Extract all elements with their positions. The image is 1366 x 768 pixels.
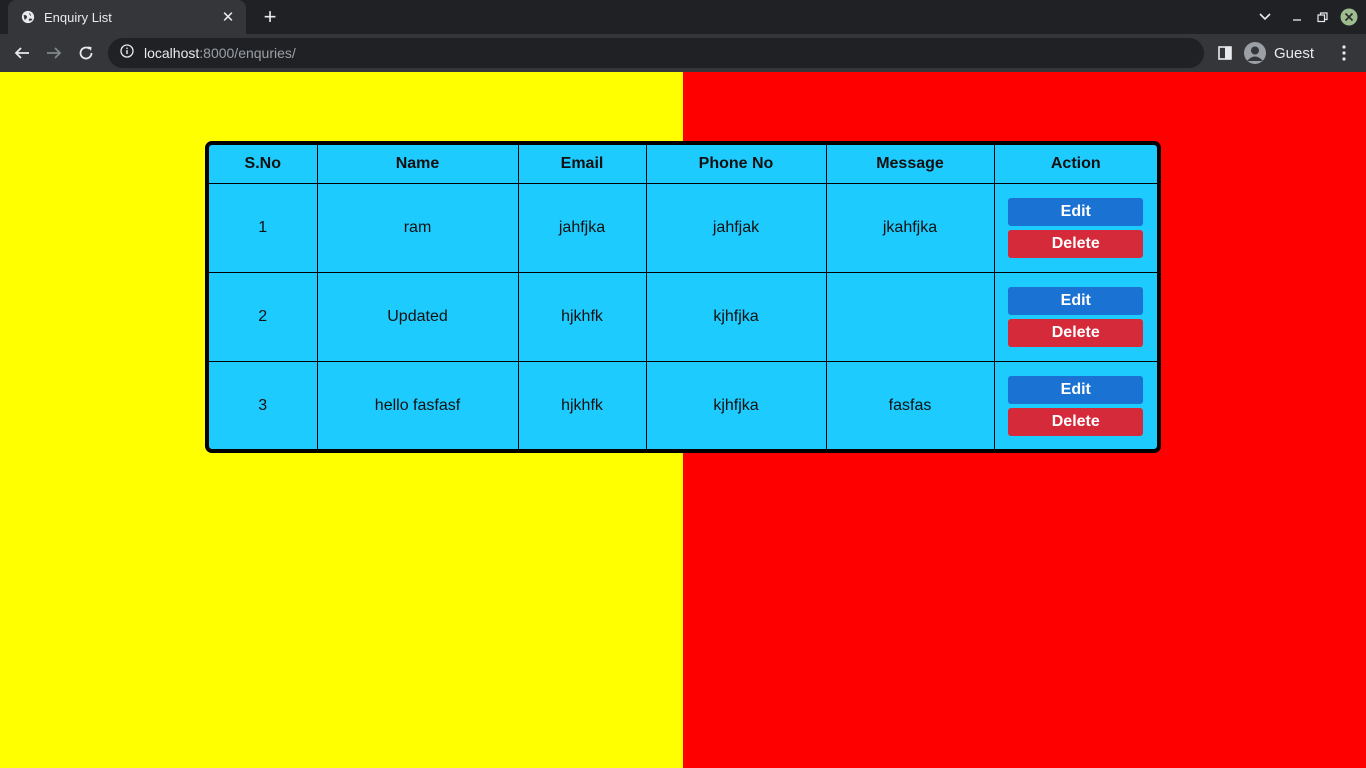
header-sno: S.No xyxy=(209,145,318,184)
header-message: Message xyxy=(825,145,995,184)
cell-name: Updated xyxy=(316,271,519,362)
header-email: Email xyxy=(517,145,647,184)
cell-action: Edit Delete xyxy=(993,360,1157,449)
cell-phone: kjhfjka xyxy=(645,360,827,449)
table-row: 3 hello fasfasf hjkhfk kjhfjka fasfas Ed… xyxy=(209,360,1157,449)
avatar-icon xyxy=(1244,42,1266,64)
tab-search-icon[interactable] xyxy=(1254,0,1276,34)
edit-button[interactable]: Edit xyxy=(1008,375,1144,404)
page-viewport: S.No Name Email Phone No Message Action … xyxy=(0,72,1366,768)
cell-name: ram xyxy=(316,182,519,273)
table-row: 2 Updated hjkhfk kjhfjka Edit Delete xyxy=(209,271,1157,362)
cell-email: hjkhfk xyxy=(517,360,647,449)
forward-arrow-icon[interactable] xyxy=(40,40,68,66)
profile-label: Guest xyxy=(1274,44,1315,62)
address-bar[interactable]: localhost:8000/enquries/ xyxy=(108,38,1204,68)
header-name: Name xyxy=(316,145,519,184)
reload-icon[interactable] xyxy=(72,40,100,66)
edit-button[interactable]: Edit xyxy=(1008,197,1144,226)
cell-message: fasfas xyxy=(825,360,995,449)
delete-button[interactable]: Delete xyxy=(1008,229,1144,258)
profile-button[interactable]: Guest xyxy=(1240,39,1325,67)
cell-action: Edit Delete xyxy=(993,182,1157,273)
minimize-icon[interactable] xyxy=(1288,0,1306,34)
restore-icon[interactable] xyxy=(1313,0,1331,34)
tab-title: Enquiry List xyxy=(44,9,112,25)
cell-message xyxy=(825,271,995,362)
cell-sno: 3 xyxy=(209,360,318,449)
kebab-menu-icon[interactable] xyxy=(1334,41,1354,65)
cell-sno: 2 xyxy=(209,271,318,362)
table-row: 1 ram jahfjka jahfjak jkahfjka Edit Dele… xyxy=(209,182,1157,273)
cell-phone: kjhfjka xyxy=(645,271,827,362)
tab-strip: Enquiry List ✕ + xyxy=(0,0,1366,34)
table-header-row: S.No Name Email Phone No Message Action xyxy=(209,145,1157,184)
cell-name: hello fasfasf xyxy=(316,360,519,449)
edit-button[interactable]: Edit xyxy=(1008,286,1144,315)
globe-icon xyxy=(20,9,36,25)
cell-sno: 1 xyxy=(209,182,318,273)
delete-button[interactable]: Delete xyxy=(1008,407,1144,436)
back-arrow-icon[interactable] xyxy=(8,40,36,66)
cell-email: hjkhfk xyxy=(517,271,647,362)
site-info-icon[interactable] xyxy=(120,43,134,63)
cell-action: Edit Delete xyxy=(993,271,1157,362)
header-phone: Phone No xyxy=(645,145,827,184)
close-tab-icon[interactable]: ✕ xyxy=(220,8,236,26)
url-host: localhost xyxy=(144,45,200,61)
enquiry-table: S.No Name Email Phone No Message Action … xyxy=(209,145,1157,449)
url-path: :8000/enquries/ xyxy=(199,45,296,61)
tab-enquiry-list[interactable]: Enquiry List ✕ xyxy=(8,0,246,34)
cell-phone: jahfjak xyxy=(645,182,827,273)
cell-message: jkahfjka xyxy=(825,182,995,273)
close-window-icon[interactable] xyxy=(1339,0,1359,34)
side-panel-icon[interactable] xyxy=(1214,42,1236,64)
new-tab-button[interactable]: + xyxy=(260,6,280,28)
delete-button[interactable]: Delete xyxy=(1008,318,1144,347)
enquiry-table-container: S.No Name Email Phone No Message Action … xyxy=(205,141,1161,453)
browser-toolbar: localhost:8000/enquries/ Guest xyxy=(0,34,1366,72)
url-text: localhost:8000/enquries/ xyxy=(144,45,296,61)
cell-email: jahfjka xyxy=(517,182,647,273)
header-action: Action xyxy=(993,145,1157,184)
